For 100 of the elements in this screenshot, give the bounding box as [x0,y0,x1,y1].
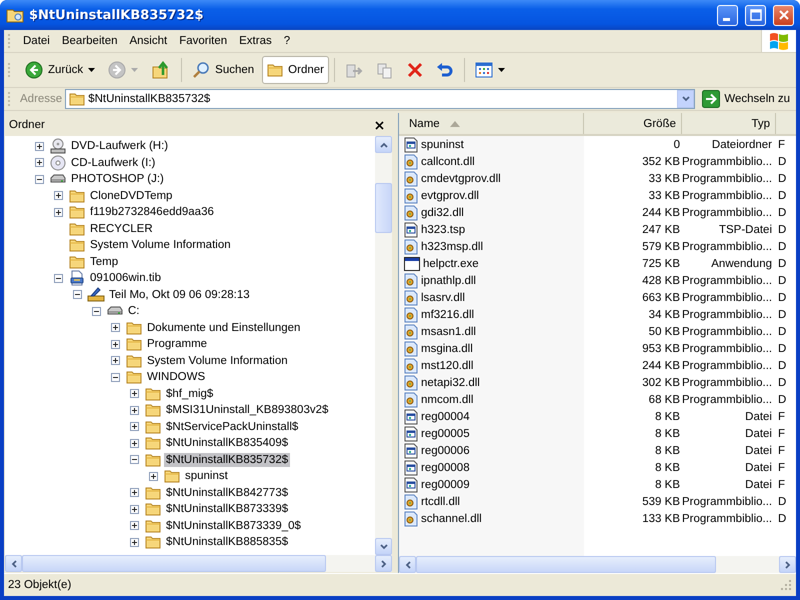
file-name[interactable]: mf3216.dll [421,308,474,320]
expand-toggle[interactable] [130,504,139,514]
file-name[interactable]: msgina.dll [421,342,473,354]
expand-toggle[interactable] [35,158,44,168]
file-name[interactable]: callcont.dll [421,156,475,168]
expand-toggle[interactable] [130,422,139,432]
menu-item[interactable]: Datei [17,35,56,47]
tree-item[interactable]: CloneDVDTemp [88,188,174,203]
minimize-button[interactable] [717,4,738,26]
tree-item[interactable]: Dokumente und Einstellungen [145,320,302,335]
file-name[interactable]: nmcom.dll [421,394,474,406]
file-name[interactable]: cmdevtgprov.dll [421,172,501,184]
expand-toggle[interactable] [111,356,120,366]
tree-item[interactable]: $hf_mig$ [164,386,216,401]
file-name[interactable]: helpctr.exe [423,258,479,270]
expand-toggle[interactable] [92,306,101,316]
menu-item[interactable]: Favoriten [173,35,234,47]
tree-item[interactable]: $NtUninstallKB873339$ [164,502,290,516]
tree-item[interactable]: CD-Laufwerk (I:) [69,156,158,170]
tree-item[interactable]: $NtUninstallKB885835$ [164,535,290,550]
file-size: 33 KB [648,172,681,184]
tree-item[interactable]: spuninst [183,469,230,484]
go-button[interactable]: Wechseln zu [698,90,790,108]
table-cell-text: D [777,512,788,524]
tree-item[interactable]: $NtUninstallKB842773$ [164,486,290,500]
expand-toggle[interactable] [111,323,120,332]
address-field[interactable]: $NtUninstallKB835732$ [65,89,696,109]
file-name[interactable]: schannel.dll [421,512,482,524]
expand-toggle[interactable] [111,340,120,349]
expand-toggle[interactable] [130,406,139,415]
scrollbar-thumb[interactable] [375,183,392,233]
close-button[interactable] [773,4,794,26]
file-name[interactable]: reg00008 [421,462,470,474]
expand-toggle[interactable] [149,472,158,481]
tree-item[interactable]: PHOTOSHOP (J:) [69,172,166,186]
back-button[interactable]: Zurück [20,56,100,84]
expand-toggle[interactable] [73,290,82,300]
tree-item[interactable]: System Volume Information [88,238,233,252]
file-name[interactable]: h323.tsp [421,224,466,236]
tree-item[interactable]: WINDOWS [145,370,208,384]
search-button[interactable]: Suchen [187,56,260,84]
menu-item[interactable]: Extras [233,35,278,47]
file-name[interactable]: netapi32.dll [421,376,480,388]
file-name[interactable]: lsasrv.dll [421,292,465,304]
tree-item[interactable]: System Volume Information [145,354,290,368]
tree-item[interactable]: f119b2732846edd9aa36 [88,205,216,220]
file-name[interactable]: spuninst [421,138,464,150]
dropdown-button[interactable] [677,90,694,108]
menu-item[interactable]: Ansicht [123,35,174,47]
tree-item[interactable]: $NtServicePackUninstall$ [164,420,300,434]
column-header[interactable]: Größe [584,113,682,134]
folders-button[interactable]: Ordner [262,56,329,84]
scroll-left-button[interactable] [5,555,22,572]
tree-item[interactable]: DVD-Laufwerk (H:) [69,139,170,154]
file-name[interactable]: reg00004 [421,410,470,422]
tree-item[interactable]: $NtUninstallKB835732$ [164,452,290,467]
tree-item[interactable]: $NtUninstallKB873339_0$ [164,518,303,533]
expand-toggle[interactable] [111,372,120,382]
expand-toggle[interactable] [130,488,139,498]
tree-item[interactable]: Teil Mo, Okt 09 06 09:28:13 [107,288,252,302]
expand-toggle[interactable] [130,389,139,398]
scrollbar-thumb[interactable] [22,555,326,572]
scroll-down-button[interactable] [375,538,392,555]
file-name[interactable]: evtgprov.dll [421,190,479,202]
file-name[interactable]: gdi32.dll [421,206,464,218]
scrollbar-thumb[interactable] [416,556,716,573]
expand-toggle[interactable] [54,274,63,283]
expand-toggle[interactable] [130,455,139,464]
expand-toggle[interactable] [35,174,44,184]
file-name[interactable]: ipnathlp.dll [421,274,476,286]
scroll-up-button[interactable] [375,136,392,153]
tree-item[interactable]: Programme [145,337,210,352]
tree-item[interactable]: 091006win.tib [88,271,163,286]
tree-item[interactable]: $NtUninstallKB835409$ [164,436,290,450]
file-name[interactable]: mst120.dll [421,360,474,372]
file-name[interactable]: rtcdll.dll [421,496,460,508]
file-name[interactable]: reg00009 [421,478,470,490]
file-name[interactable]: msasn1.dll [421,326,476,338]
expand-toggle[interactable] [130,538,139,547]
expand-toggle[interactable] [130,521,139,530]
maximize-button[interactable] [745,4,766,26]
scroll-right-button[interactable] [779,556,796,573]
file-name[interactable]: reg00006 [421,444,470,456]
file-name[interactable]: reg00005 [421,428,470,440]
expand-toggle[interactable] [130,438,139,448]
expand-toggle[interactable] [35,142,44,151]
column-header[interactable]: Name [399,113,584,134]
expand-toggle[interactable] [54,191,63,200]
tree-item[interactable]: $MSI31Uninstall_KB893803v2$ [164,403,330,418]
tree-item[interactable]: RECYCLER [88,222,155,236]
file-name[interactable]: h323msp.dll [421,240,484,252]
tree-item[interactable]: Temp [88,254,120,269]
menu-item[interactable]: ? [278,35,296,47]
scroll-left-button[interactable] [399,556,416,573]
column-header[interactable]: Typ [682,113,776,134]
table-cell-text: D [777,172,788,184]
scroll-right-button[interactable] [375,555,392,572]
menu-item[interactable]: Bearbeiten [56,35,124,47]
tree-item[interactable]: C: [126,304,142,318]
expand-toggle[interactable] [54,208,63,217]
